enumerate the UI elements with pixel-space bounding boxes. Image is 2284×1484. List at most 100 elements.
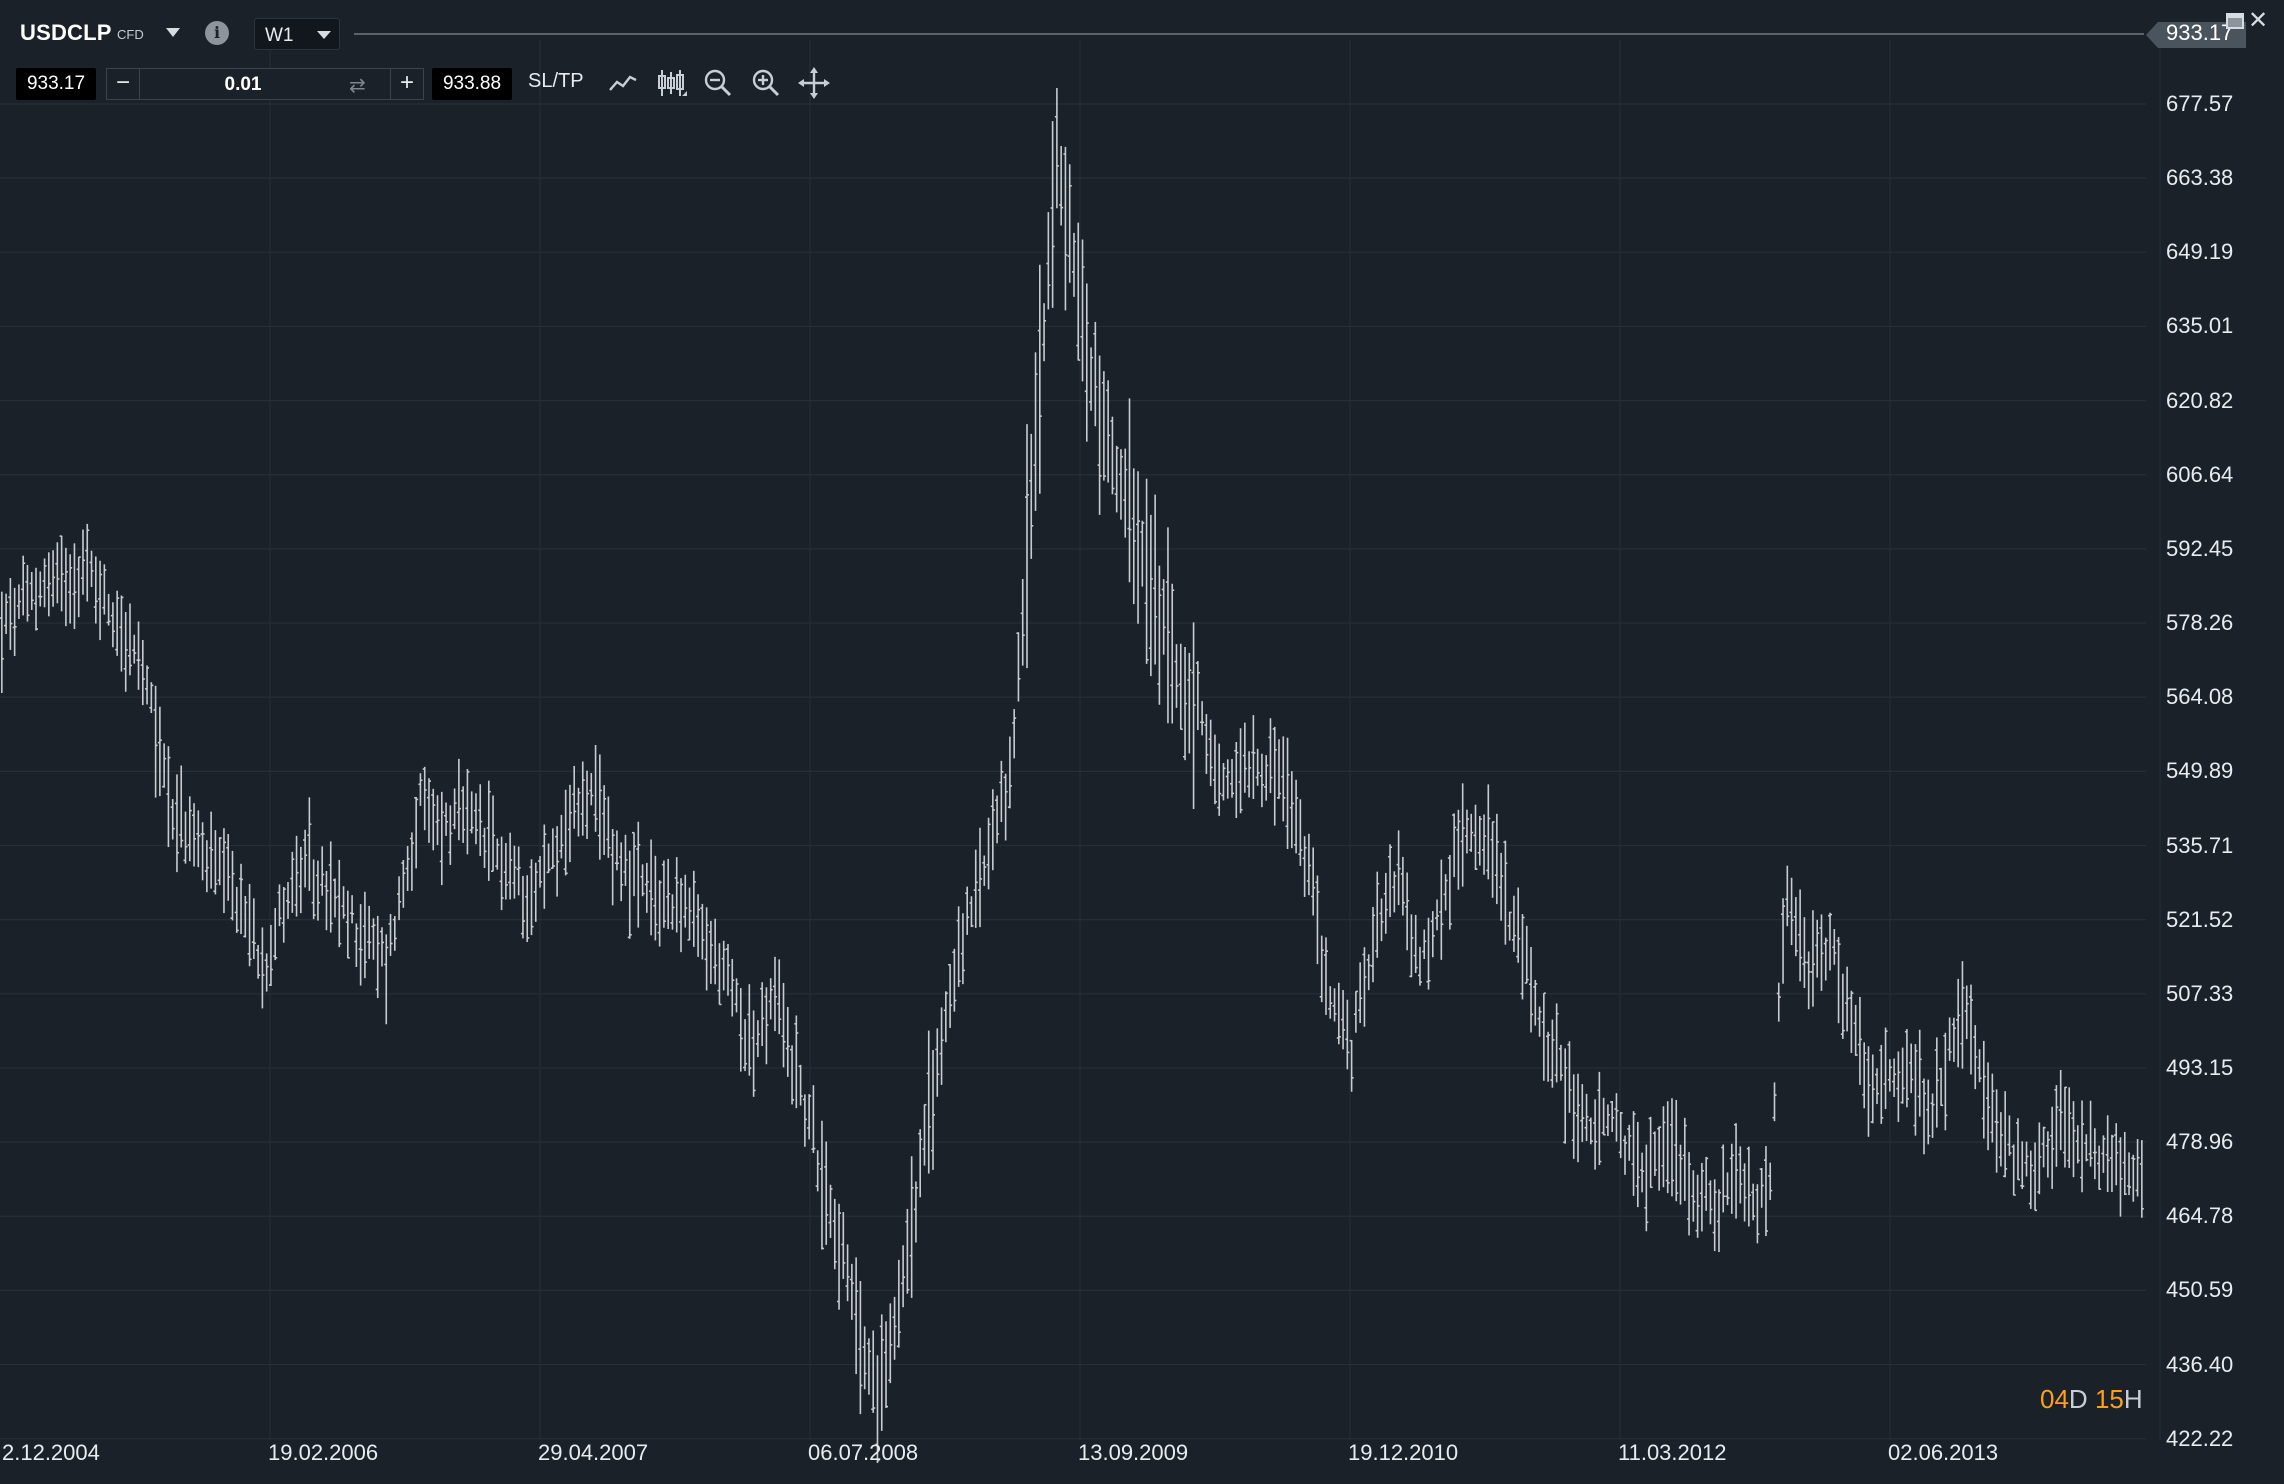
candlestick-icon[interactable]: [654, 66, 688, 100]
ohlc-bar: [1828, 912, 1833, 971]
ohlc-bar: [520, 875, 525, 939]
lot-increase-button[interactable]: +: [390, 69, 423, 99]
x-tick-label: 19.02.2006: [268, 1440, 379, 1465]
line-chart-icon[interactable]: [606, 66, 640, 100]
ohlc-bar: [1618, 1111, 1623, 1159]
close-window-icon[interactable]: ✕: [2248, 6, 2268, 35]
ohlc-bar: [2033, 1142, 2038, 1212]
ohlc-bar: [93, 556, 98, 624]
ohlc-bar: [1294, 779, 1299, 854]
sltp-button[interactable]: SL/TP: [528, 70, 584, 93]
ohlc-bar: [1490, 821, 1495, 898]
ohlc-bar: [1546, 1031, 1551, 1082]
ohlc-bar: [2067, 1087, 2072, 1169]
ohlc-bar: [529, 859, 534, 936]
ohlc-bar: [1627, 1124, 1632, 1161]
y-tick-label: 436.40: [2166, 1351, 2234, 1377]
symbol-name[interactable]: USDCLP: [20, 20, 112, 46]
ohlc-bar: [644, 862, 649, 913]
ohlc-bar: [2105, 1115, 2110, 1193]
info-icon[interactable]: i: [205, 21, 229, 45]
ohlc-bar: [1409, 914, 1414, 978]
ohlc-bar: [68, 554, 73, 624]
bid-price-button[interactable]: 933.17: [16, 68, 96, 100]
ohlc-bar: [2054, 1085, 2059, 1167]
ohlc-bar: [2139, 1140, 2144, 1218]
ohlc-bar: [243, 895, 248, 938]
ohlc-bar: [1383, 872, 1388, 934]
ohlc-bar: [1806, 951, 1811, 1010]
ohlc-bar: [1251, 715, 1256, 799]
price-chart[interactable]: [0, 0, 2284, 1484]
ohlc-bar: [204, 840, 209, 893]
ohlc-bar: [414, 796, 419, 869]
ohlc-bar: [1306, 833, 1311, 896]
ohlc-bar: [781, 982, 786, 1068]
y-tick-label: 606.64: [2166, 461, 2234, 487]
ohlc-bar: [1131, 468, 1136, 605]
ohlc-bar: [1716, 1189, 1721, 1253]
ohlc-bar: [1789, 877, 1794, 946]
ohlc-bar: [1016, 632, 1021, 702]
ohlc-bar: [1093, 321, 1098, 427]
x-tick-label: 13.09.2009: [1078, 1440, 1189, 1465]
ohlc-bar: [1178, 643, 1183, 731]
ohlc-bar: [674, 857, 679, 933]
x-tick-label: 11.03.2012: [1618, 1440, 1727, 1465]
ohlc-bar: [1089, 347, 1094, 411]
ohlc-bar: [815, 1150, 820, 1192]
lot-size-input[interactable]: [141, 70, 345, 100]
ohlc-bar: [1037, 264, 1042, 494]
ohlc-bar: [828, 1184, 833, 1238]
ohlc-bar: [1268, 718, 1273, 794]
ohlc-bar: [969, 896, 974, 928]
ohlc-bar: [1033, 352, 1038, 511]
ohlc-bar: [179, 765, 184, 848]
ohlc-bar: [777, 959, 782, 1035]
ohlc-bar: [1097, 355, 1102, 515]
ohlc-bar: [145, 665, 150, 705]
ohlc-bar: [1734, 1123, 1739, 1219]
ohlc-bar: [72, 543, 77, 630]
ohlc-bar: [572, 765, 577, 829]
crosshair-icon[interactable]: [797, 66, 831, 100]
ohlc-bar: [1802, 917, 1807, 989]
y-tick-label: 649.19: [2166, 239, 2234, 265]
ohlc-bar: [499, 836, 504, 911]
ohlc-bar: [862, 1326, 867, 1390]
ohlc-bar: [764, 987, 769, 1065]
ohlc-bar: [358, 904, 363, 986]
ohlc-bar: [879, 1314, 884, 1431]
ohlc-bar: [431, 788, 436, 851]
ohlc-bar: [606, 796, 611, 858]
lot-decrease-button[interactable]: −: [107, 69, 140, 99]
ohlc-bar: [841, 1212, 846, 1279]
ohlc-bar: [1230, 759, 1235, 798]
ohlc-bar: [1323, 937, 1328, 1015]
ohlc-bar: [1644, 1144, 1649, 1232]
countdown-days-unit: D: [2068, 1384, 2088, 1414]
ohlc-bar: [837, 1203, 842, 1310]
ohlc-bar: [1870, 1054, 1875, 1124]
timeframe-select[interactable]: W1: [254, 18, 340, 50]
ohlc-bar: [491, 795, 496, 873]
ohlc-bar: [743, 1019, 748, 1072]
ohlc-bar: [717, 943, 722, 1006]
ohlc-bar: [567, 784, 572, 863]
ohlc-bar: [845, 1244, 850, 1302]
zoom-in-icon[interactable]: [749, 66, 783, 100]
swap-arrows-icon[interactable]: ⇄: [349, 73, 366, 98]
ohlc-bars: [0, 87, 2144, 1463]
ohlc-bar: [1516, 887, 1521, 963]
ohlc-bar: [1443, 874, 1448, 911]
zoom-out-icon[interactable]: [701, 66, 735, 100]
ohlc-bar: [1691, 1170, 1696, 1222]
symbol-dropdown-chevron-down-icon[interactable]: [166, 28, 180, 37]
minimize-window-icon[interactable]: [2226, 13, 2244, 29]
ohlc-bar: [1857, 996, 1862, 1085]
ohlc-bar: [1819, 914, 1824, 991]
ohlc-bar: [21, 555, 26, 616]
ask-price-button[interactable]: 933.88: [432, 68, 512, 100]
ohlc-bar: [439, 791, 444, 886]
ohlc-bar: [294, 835, 299, 917]
